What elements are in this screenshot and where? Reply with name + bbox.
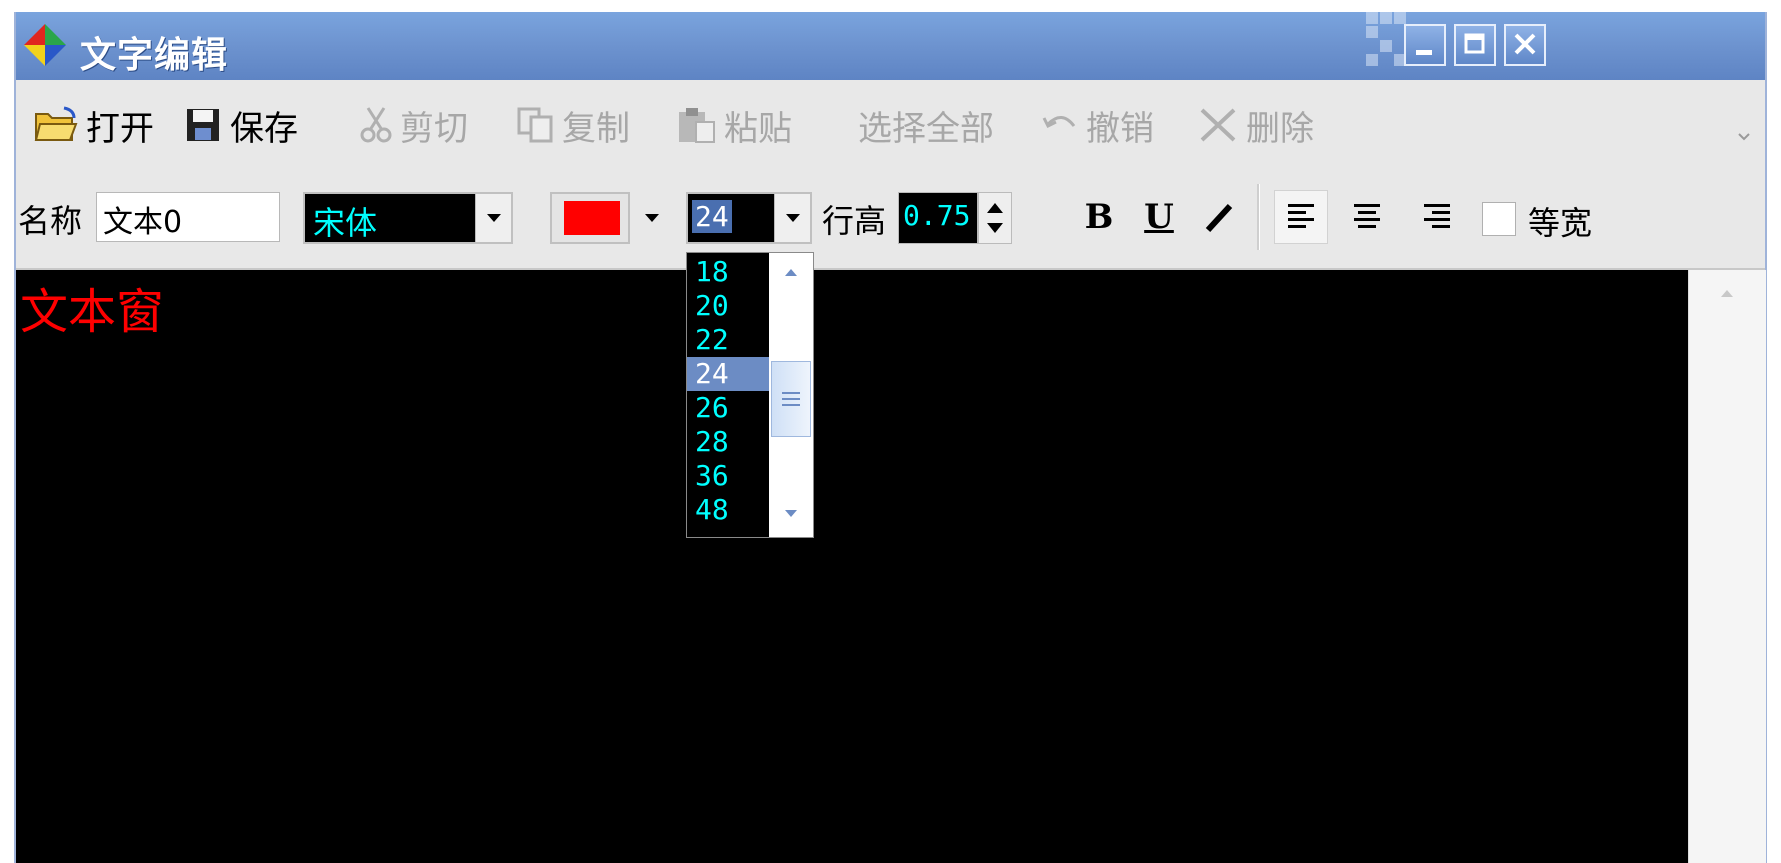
paste-button[interactable]: 粘贴 <box>676 100 792 150</box>
title-bar[interactable]: 文字编辑 <box>16 12 1765 80</box>
line-height-spinner[interactable] <box>978 192 1012 244</box>
chevron-down-icon <box>645 214 659 222</box>
cut-label: 剪切 <box>400 108 468 149</box>
scroll-down-arrow-icon[interactable] <box>781 507 801 521</box>
font-size-value: 24 <box>692 200 732 233</box>
align-right-icon <box>1424 204 1450 228</box>
color-picker[interactable] <box>550 192 630 244</box>
line-height-input[interactable]: 0.75 <box>898 192 978 244</box>
text-editor-window: 文字编辑 打开 保存 剪切 复制 粘贴 选择全部 撤销 删除 名称 文本0 宋体… <box>14 12 1767 863</box>
name-label: 名称 <box>18 202 83 240</box>
monospace-label: 等宽 <box>1528 204 1593 242</box>
font-size-option[interactable]: 36 <box>687 459 769 493</box>
cut-button[interactable]: 剪切 <box>358 100 468 150</box>
paste-clipboard-icon <box>679 108 715 143</box>
color-dropdown-button[interactable] <box>636 192 668 244</box>
minimize-icon <box>1416 50 1432 55</box>
spinner-arrows-icon <box>987 203 1003 233</box>
scroll-up-arrow-icon[interactable] <box>1717 286 1737 300</box>
font-size-option[interactable]: 24 <box>687 357 769 391</box>
delete-label: 删除 <box>1246 108 1314 149</box>
font-size-option[interactable]: 28 <box>687 425 769 459</box>
dropdown-scrollbar[interactable] <box>769 253 813 537</box>
open-button[interactable]: 打开 <box>34 100 154 150</box>
minimize-button[interactable] <box>1404 24 1446 66</box>
font-size-option[interactable]: 22 <box>687 323 769 357</box>
color-swatch <box>564 201 620 235</box>
select-all-button[interactable]: 选择全部 <box>858 100 994 150</box>
font-size-dropdown-button[interactable] <box>774 194 810 242</box>
align-right-button[interactable] <box>1410 190 1464 244</box>
font-size-dropdown-list[interactable]: 18 20 22 24 26 28 36 48 <box>686 252 814 538</box>
line-height-label: 行高 <box>822 202 887 240</box>
save-disk-icon <box>187 109 219 141</box>
delete-button[interactable]: 删除 <box>1196 100 1314 150</box>
scroll-thumb[interactable] <box>771 361 811 437</box>
font-dropdown-button[interactable] <box>475 194 511 242</box>
align-left-icon <box>1288 204 1314 228</box>
select-all-label: 选择全部 <box>858 108 994 149</box>
align-center-icon <box>1354 204 1380 228</box>
save-button[interactable]: 保存 <box>184 100 298 150</box>
scissors-icon <box>360 107 392 143</box>
font-size-option[interactable]: 20 <box>687 289 769 323</box>
font-size-option[interactable]: 18 <box>687 255 769 289</box>
open-label: 打开 <box>86 108 154 149</box>
line-height-value: 0.75 <box>903 199 971 232</box>
text-editor-area[interactable]: 文本窗 <box>16 270 1688 863</box>
format-toolbar: 名称 文本0 宋体 24 行高 0.75 B U 等宽 <box>16 172 1765 270</box>
chevron-down-icon <box>785 214 800 222</box>
monospace-checkbox[interactable] <box>1482 202 1516 236</box>
grip-icon <box>782 392 800 406</box>
copy-button[interactable]: 复制 <box>516 100 630 150</box>
copy-icon <box>517 107 553 143</box>
main-toolbar: 打开 保存 剪切 复制 粘贴 选择全部 撤销 删除 <box>16 80 1765 173</box>
align-center-button[interactable] <box>1340 190 1394 244</box>
chevron-down-icon <box>486 214 501 222</box>
italic-slash-icon <box>1205 203 1233 233</box>
delete-x-icon <box>1200 108 1236 142</box>
open-folder-icon <box>34 106 78 141</box>
font-select-value: 宋体 <box>313 204 378 242</box>
maximize-icon <box>1464 33 1485 54</box>
editor-scrollbar[interactable] <box>1688 270 1766 863</box>
paste-label: 粘贴 <box>724 108 792 149</box>
undo-button[interactable]: 撤销 <box>1040 100 1154 150</box>
font-size-select[interactable]: 24 <box>686 192 812 244</box>
save-label: 保存 <box>230 108 298 149</box>
window-title: 文字编辑 <box>80 35 229 76</box>
underline-button[interactable]: U <box>1132 190 1186 244</box>
close-icon <box>1514 33 1536 55</box>
maximize-button[interactable] <box>1454 24 1496 66</box>
toolbar-separator <box>1257 184 1260 250</box>
italic-button[interactable] <box>1192 190 1246 244</box>
copy-label: 复制 <box>562 108 630 149</box>
font-size-option[interactable]: 26 <box>687 391 769 425</box>
app-logo-icon <box>24 24 66 66</box>
undo-icon <box>1042 116 1076 129</box>
undo-label: 撤销 <box>1086 108 1154 149</box>
close-button[interactable] <box>1504 24 1546 66</box>
font-select[interactable]: 宋体 <box>303 192 513 244</box>
toolbar-overflow-chevron-icon[interactable] <box>1737 132 1751 142</box>
name-input[interactable]: 文本0 <box>96 192 280 242</box>
font-size-option[interactable]: 48 <box>687 493 769 527</box>
editor-text: 文本窗 <box>20 284 165 340</box>
bold-button[interactable]: B <box>1072 190 1126 244</box>
scroll-up-arrow-icon[interactable] <box>781 265 801 279</box>
align-left-button[interactable] <box>1274 190 1328 244</box>
